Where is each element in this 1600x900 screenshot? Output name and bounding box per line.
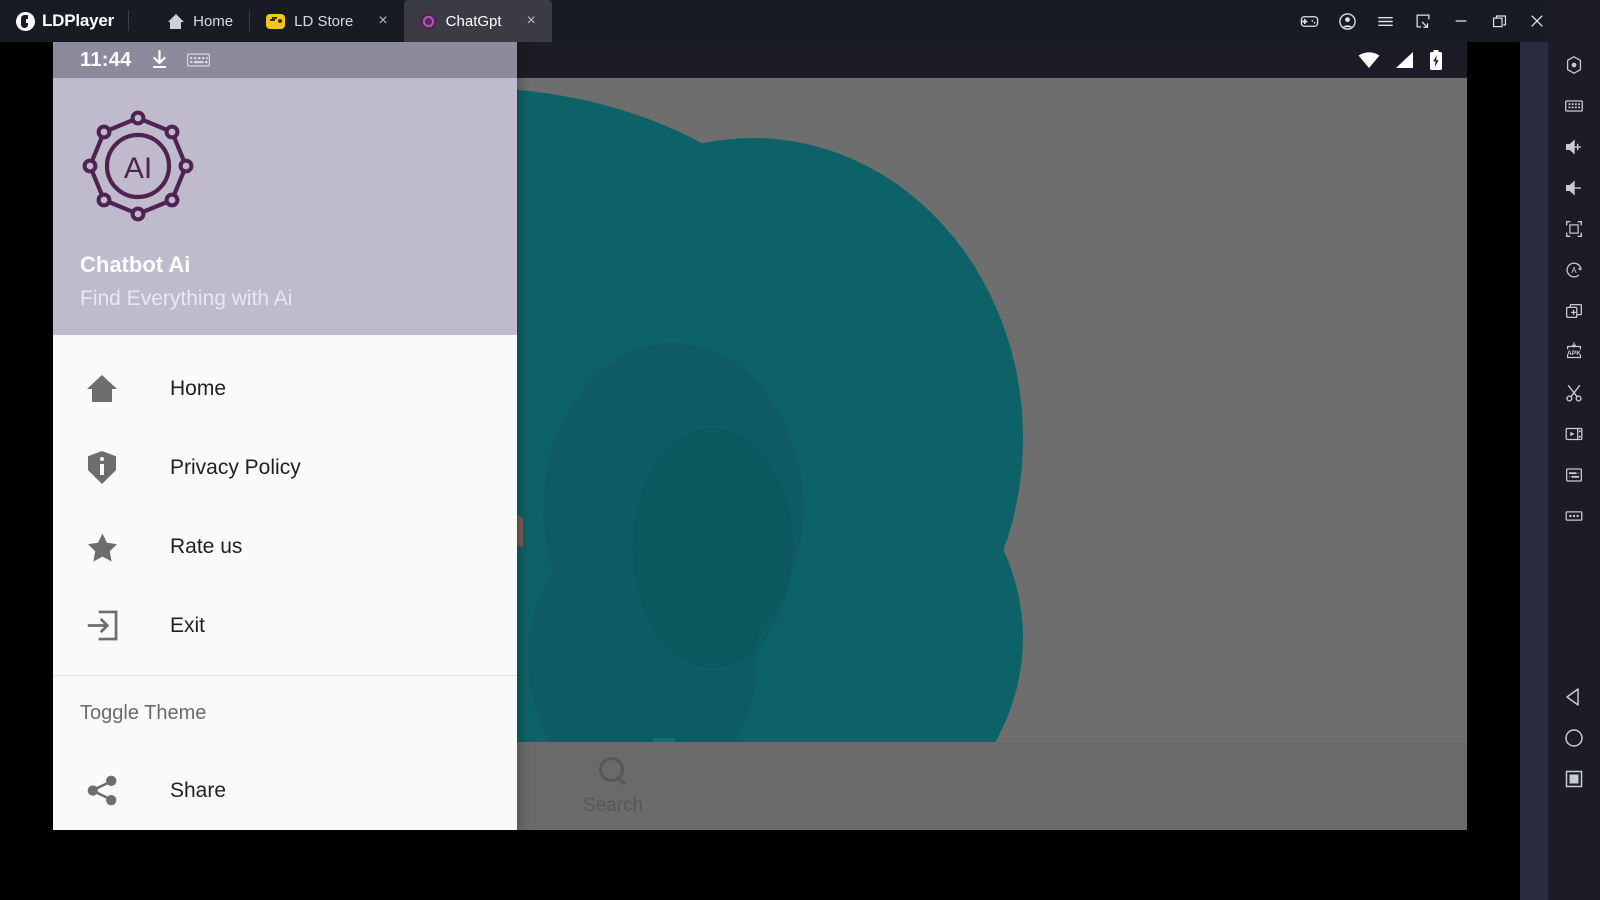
tab-home-label: Home [193, 12, 234, 30]
status-bar-right-icons [1357, 42, 1443, 78]
android-recents-icon[interactable] [1548, 758, 1600, 799]
drawer-item-rate-us-label: Rate us [170, 534, 243, 558]
search-icon [598, 756, 628, 786]
fullscreen-icon[interactable] [1404, 0, 1442, 42]
ldplayer-logo-icon [16, 11, 35, 31]
drawer-item-exit-label: Exit [170, 613, 206, 637]
drawer-item-share[interactable]: Share [53, 751, 517, 830]
home-icon [167, 13, 185, 29]
tab-chatgpt-close-icon[interactable]: × [527, 13, 536, 29]
download-icon [152, 50, 166, 68]
chatbot-ai-logo-icon: AI [80, 108, 196, 224]
home-icon [80, 375, 124, 402]
bottom-nav-search-label: Search [582, 794, 644, 816]
account-icon[interactable] [1328, 0, 1366, 42]
drawer-header: AI Chatbot Ai Find Everything with Ai [53, 78, 517, 335]
drawer-item-share-label: Share [170, 778, 227, 802]
screenshot-scissors-icon[interactable] [1548, 372, 1600, 413]
tab-chatgpt[interactable]: ChatGpt × [403, 0, 552, 42]
keyboard-icon [186, 53, 210, 67]
brand-name: LDPlayer [42, 11, 115, 30]
minimize-icon[interactable] [1442, 0, 1480, 42]
gamepad-settings-icon[interactable] [1290, 0, 1328, 42]
brand-divider [128, 11, 130, 31]
wifi-icon [1358, 52, 1380, 68]
ldplayer-brand: LDPlayer [0, 0, 128, 42]
gamepad-icon [266, 13, 286, 29]
share-icon [80, 775, 124, 806]
drawer-item-rate-us[interactable]: Rate us [53, 507, 517, 586]
tab-home[interactable]: Home [151, 0, 249, 42]
android-screen: Home Search [53, 42, 1467, 830]
auto-rotate-icon[interactable]: A [1548, 249, 1600, 290]
drawer-menu-list: Home Privacy Policy Rate us Exit Toggle … [53, 335, 517, 830]
file-transfer-icon[interactable] [1548, 454, 1600, 495]
tab-chatgpt-label: ChatGpt [445, 12, 502, 30]
maximize-icon[interactable] [1480, 0, 1518, 42]
drawer-item-home-label: Home [170, 376, 227, 400]
drawer-tagline: Find Everything with Ai [80, 287, 293, 310]
star-icon [80, 532, 124, 562]
volume-up-icon[interactable] [1548, 126, 1600, 167]
fullscreen-icon[interactable] [1548, 208, 1600, 249]
shield-info-icon [80, 451, 124, 484]
drawer-item-exit[interactable]: Exit [53, 586, 517, 665]
toggle-theme-label: Toggle Theme [80, 702, 207, 724]
tab-strip: Home LD Store × ChatGpt × [151, 0, 552, 42]
title-bar: LDPlayer Home LD Store × ChatGpt × [0, 0, 1600, 42]
sidebar-gap [1520, 42, 1548, 900]
exit-icon [80, 610, 124, 641]
toggle-theme-row[interactable]: Toggle Theme [53, 676, 517, 751]
keyboard-icon[interactable] [1548, 85, 1600, 126]
svg-text:A: A [1571, 266, 1577, 275]
video-record-icon[interactable] [1548, 413, 1600, 454]
tab-ld-store-close-icon[interactable]: × [378, 13, 387, 29]
drawer-item-privacy-policy[interactable]: Privacy Policy [53, 428, 517, 507]
install-apk-icon[interactable]: APK [1548, 331, 1600, 372]
tab-ld-store-label: LD Store [294, 12, 354, 30]
ldplayer-window: LDPlayer Home LD Store × ChatGpt × Searc… [0, 0, 1600, 900]
android-home-icon[interactable] [1548, 717, 1600, 758]
android-back-icon[interactable] [1548, 676, 1600, 717]
drawer-item-home[interactable]: Home [53, 349, 517, 428]
more-options-icon[interactable] [1548, 495, 1600, 536]
shake-icon[interactable] [1548, 44, 1600, 85]
status-time: 11:44 [80, 48, 132, 71]
svg-text:APK: APK [1567, 349, 1581, 356]
navigation-drawer: 11:44 AI Chatbot Ai Find Everything with… [53, 42, 517, 830]
battery-charging-icon [1430, 49, 1442, 70]
drawer-item-privacy-policy-label: Privacy Policy [170, 455, 301, 479]
ldplayer-sidebar: A APK [1548, 0, 1600, 900]
drawer-status-bar: 11:44 [53, 42, 517, 78]
menu-icon[interactable] [1366, 0, 1404, 42]
signal-icon [1396, 52, 1413, 68]
multi-instance-icon[interactable] [1548, 290, 1600, 331]
drawer-app-name: Chatbot Ai [80, 252, 191, 277]
volume-down-icon[interactable] [1548, 167, 1600, 208]
tab-ld-store[interactable]: LD Store × [250, 0, 404, 42]
logo-text: AI [124, 152, 152, 185]
chatgpt-app-icon [419, 12, 437, 30]
